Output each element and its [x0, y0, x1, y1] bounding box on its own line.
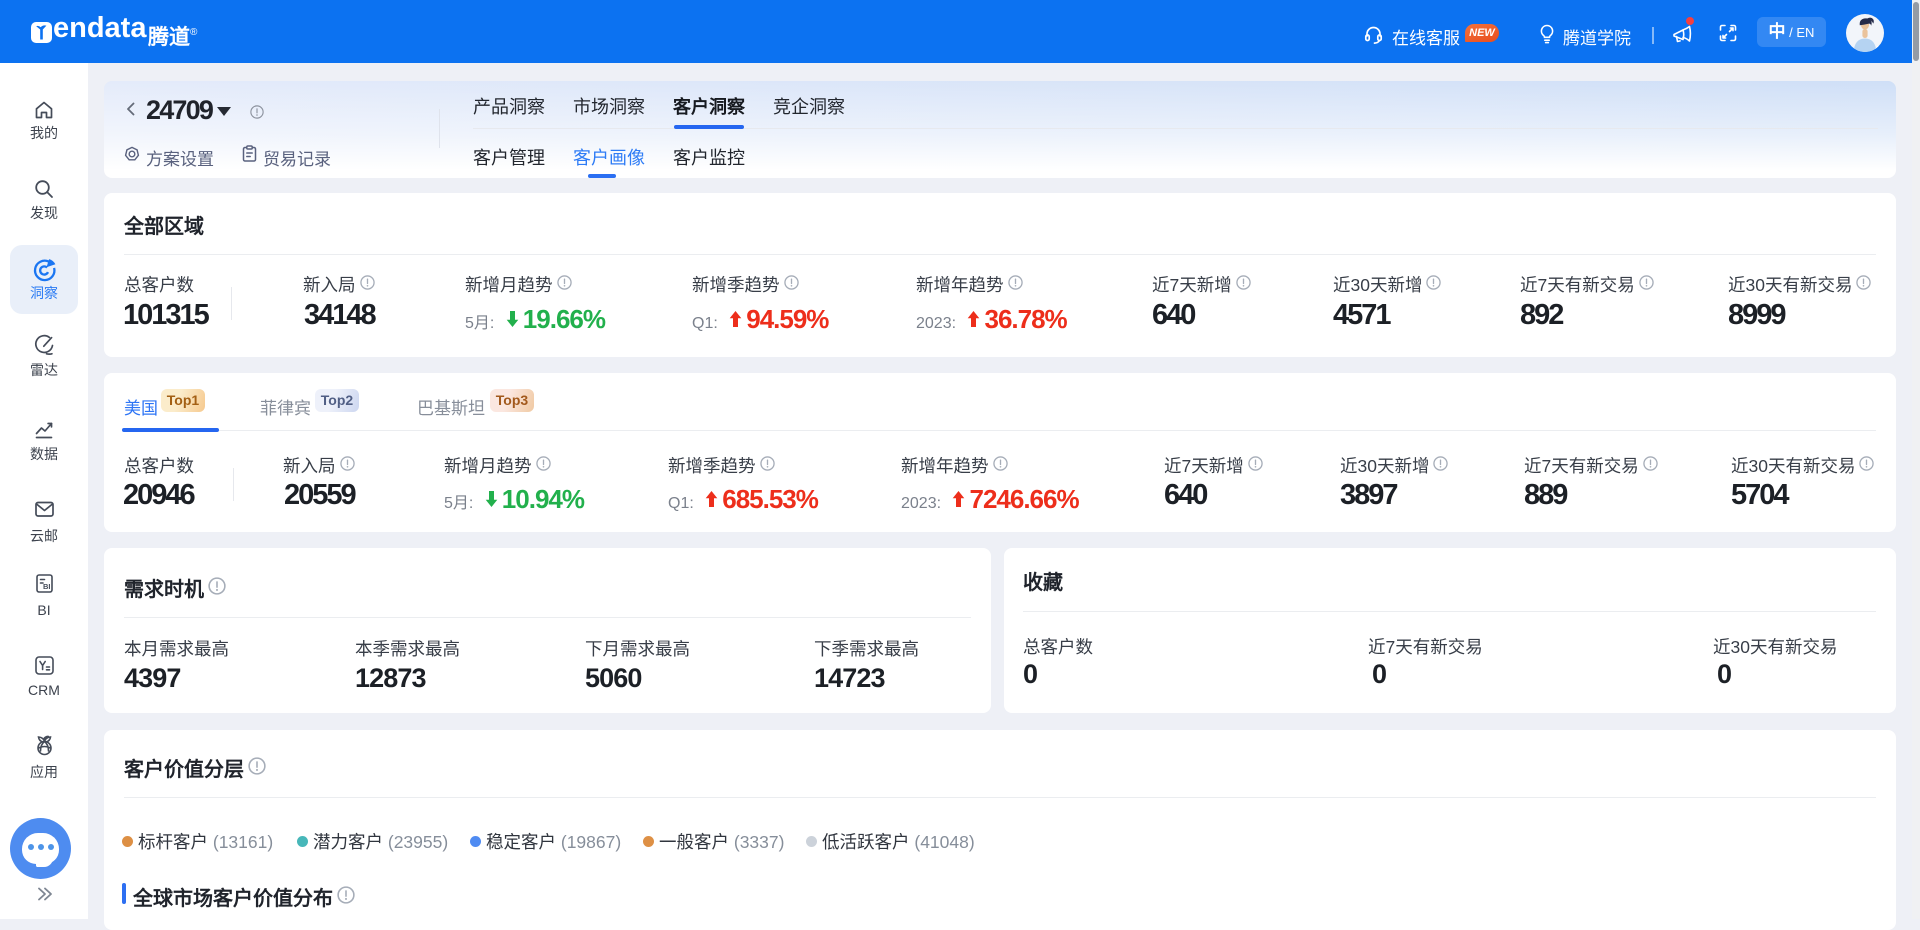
svg-text:BI: BI	[43, 582, 51, 591]
